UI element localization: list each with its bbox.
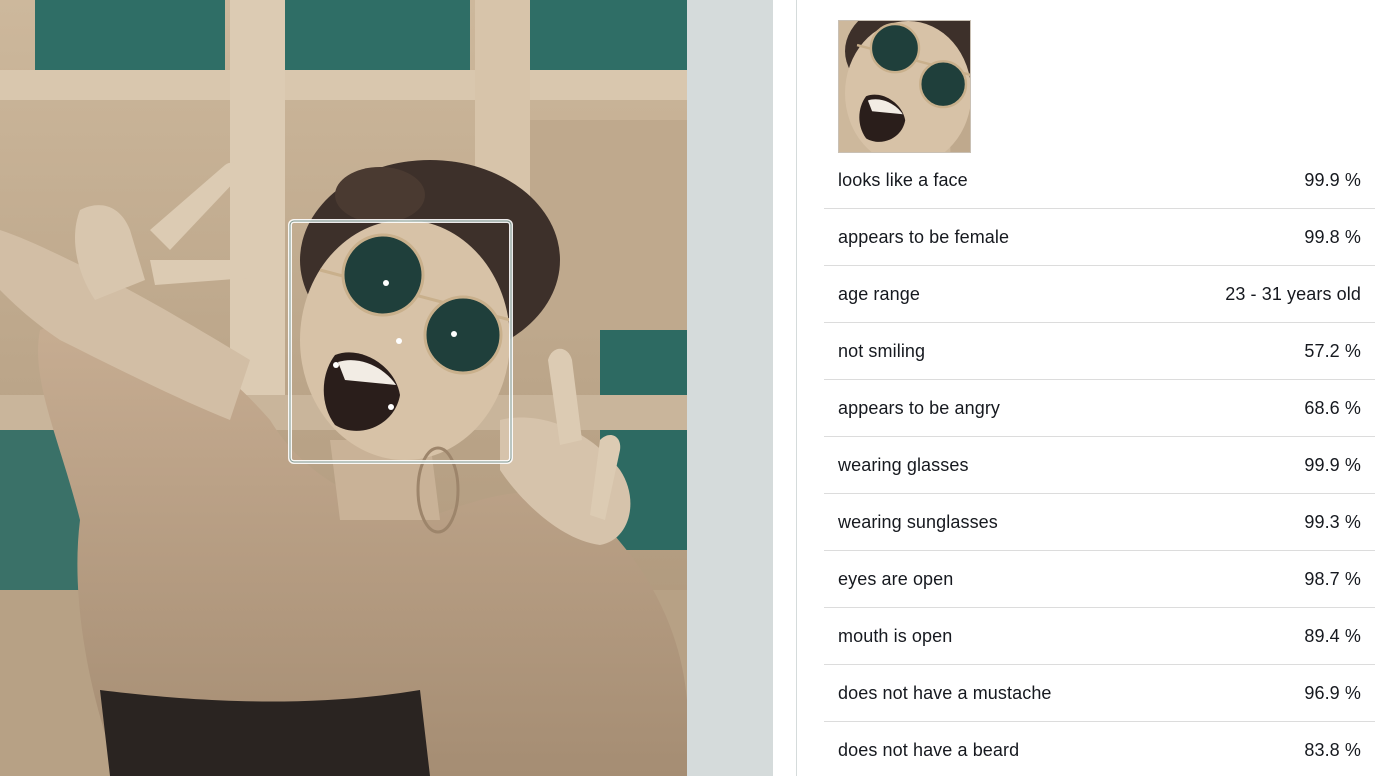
landmark-mouth-left bbox=[333, 362, 339, 368]
attribute-label: eyes are open bbox=[838, 568, 954, 589]
landmark-right-eye bbox=[451, 331, 457, 337]
attribute-label: wearing sunglasses bbox=[838, 511, 998, 532]
attribute-label: does not have a beard bbox=[838, 739, 1020, 760]
landmark-mouth-right bbox=[388, 404, 394, 410]
attribute-confidence: 98.7 % bbox=[1304, 568, 1361, 589]
attribute-row: wearing sunglasses 99.3 % bbox=[824, 494, 1375, 551]
attribute-confidence: 99.8 % bbox=[1304, 226, 1361, 247]
attribute-row: does not have a mustache 96.9 % bbox=[824, 665, 1375, 722]
attribute-label: appears to be angry bbox=[838, 397, 1001, 418]
attribute-row: appears to be female 99.8 % bbox=[824, 209, 1375, 266]
attribute-row: appears to be angry 68.6 % bbox=[824, 380, 1375, 437]
landmark-left-eye bbox=[383, 280, 389, 286]
attribute-confidence: 89.4 % bbox=[1304, 625, 1361, 646]
face-analysis-results: looks like a face 99.9 % appears to be f… bbox=[824, 0, 1375, 776]
attribute-confidence: 99.3 % bbox=[1304, 511, 1361, 532]
attribute-confidence: 96.9 % bbox=[1304, 682, 1361, 703]
panel-gutter bbox=[687, 0, 773, 776]
attribute-label: appears to be female bbox=[838, 226, 1010, 247]
attribute-row: not smiling 57.2 % bbox=[824, 323, 1375, 380]
attribute-confidence: 99.9 % bbox=[1304, 170, 1361, 190]
attribute-label: wearing glasses bbox=[838, 454, 969, 475]
attribute-label: mouth is open bbox=[838, 625, 953, 646]
attribute-confidence: 83.8 % bbox=[1304, 739, 1361, 760]
attribute-label: does not have a mustache bbox=[838, 682, 1052, 703]
photo-illustration bbox=[0, 0, 687, 776]
attribute-row: wearing glasses 99.9 % bbox=[824, 437, 1375, 494]
attribute-row: age range 23 - 31 years old bbox=[824, 266, 1375, 323]
attribute-confidence: 57.2 % bbox=[1304, 340, 1361, 361]
landmark-nose bbox=[396, 338, 402, 344]
attribute-row: mouth is open 89.4 % bbox=[824, 608, 1375, 665]
attribute-confidence: 99.9 % bbox=[1304, 454, 1361, 475]
attribute-confidence: 23 - 31 years old bbox=[1225, 283, 1361, 304]
attribute-list: looks like a face 99.9 % appears to be f… bbox=[824, 153, 1375, 776]
face-thumbnail bbox=[838, 20, 971, 153]
attribute-row: does not have a beard 83.8 % bbox=[824, 722, 1375, 776]
attribute-label: not smiling bbox=[838, 340, 926, 361]
panel-divider bbox=[796, 0, 797, 776]
attribute-label: looks like a face bbox=[838, 170, 968, 190]
attribute-row: eyes are open 98.7 % bbox=[824, 551, 1375, 608]
analyzed-photo bbox=[0, 0, 687, 776]
attribute-row: looks like a face 99.9 % bbox=[824, 153, 1375, 209]
attribute-label: age range bbox=[838, 283, 920, 304]
attribute-confidence: 68.6 % bbox=[1304, 397, 1361, 418]
